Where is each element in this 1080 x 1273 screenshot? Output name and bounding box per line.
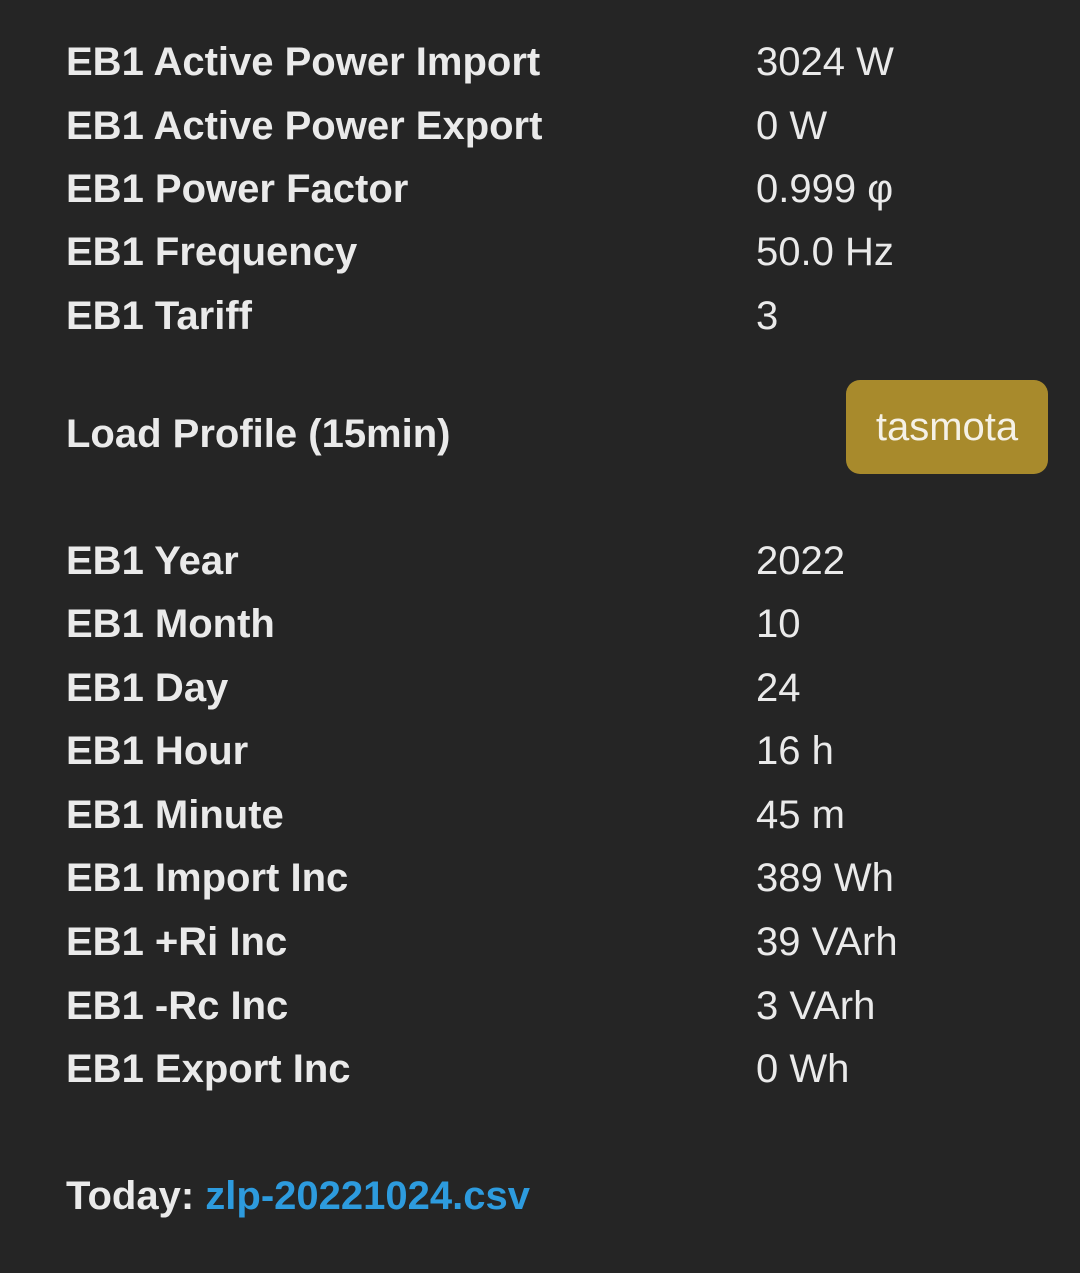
row-value: 16 h — [756, 729, 834, 773]
row-label: EB1 Minute — [66, 793, 284, 837]
row-label: EB1 Hour — [66, 729, 249, 773]
table-row: EB1 Active Power Import 3024 W — [66, 30, 1080, 94]
row-label: EB1 Month — [66, 602, 275, 646]
table-row: EB1 Day 24 — [66, 656, 1080, 720]
tasmota-button[interactable]: tasmota — [846, 380, 1048, 474]
table-row: EB1 Import Inc 389 Wh — [66, 846, 1080, 910]
row-label: EB1 Day — [66, 666, 229, 710]
row-value: 3 — [756, 294, 779, 338]
table-row: EB1 Tariff 3 — [66, 284, 1080, 348]
row-value: 2022 — [756, 539, 845, 583]
row-label: EB1 Active Power Export — [66, 104, 543, 148]
table-row: EB1 Hour 16 h — [66, 719, 1080, 783]
load-profile-title: Load Profile (15min) — [66, 412, 451, 456]
row-value: 24 — [756, 666, 801, 710]
row-label: EB1 Tariff — [66, 294, 252, 338]
table-row: EB1 +Ri Inc 39 VArh — [66, 910, 1080, 974]
row-label: EB1 Export Inc — [66, 1047, 351, 1091]
row-value: 3 VArh — [756, 984, 876, 1028]
table-row: EB1 Frequency 50.0 Hz — [66, 220, 1080, 284]
today-label: Today: — [66, 1174, 195, 1218]
table-row: EB1 Month 10 — [66, 592, 1080, 656]
table-row: EB1 Minute 45 m — [66, 783, 1080, 847]
row-value: 50.0 Hz — [756, 230, 894, 274]
row-value: 0 W — [756, 104, 828, 148]
row-label: EB1 +Ri Inc — [66, 920, 288, 964]
today-line: Today: zlp-20221024.csv — [66, 1164, 530, 1228]
row-value: 389 Wh — [756, 856, 894, 900]
row-value: 0.999 φ — [756, 167, 894, 211]
table-row: EB1 Active Power Export 0 W — [66, 94, 1080, 158]
table-row: EB1 -Rc Inc 3 VArh — [66, 974, 1080, 1038]
row-value: 39 VArh — [756, 920, 898, 964]
row-label: EB1 Active Power Import — [66, 40, 541, 84]
row-label: EB1 Year — [66, 539, 239, 583]
row-value: 45 m — [756, 793, 845, 837]
row-label: EB1 -Rc Inc — [66, 984, 289, 1028]
row-label: EB1 Frequency — [66, 230, 358, 274]
table-row: EB1 Year 2022 — [66, 529, 1080, 593]
table-row: EB1 Export Inc 0 Wh — [66, 1037, 1080, 1101]
row-label: EB1 Power Factor — [66, 167, 409, 211]
table-row: EB1 Power Factor 0.999 φ — [66, 157, 1080, 221]
row-value: 10 — [756, 602, 801, 646]
row-label: EB1 Import Inc — [66, 856, 349, 900]
row-value: 3024 W — [756, 40, 894, 84]
row-value: 0 Wh — [756, 1047, 850, 1091]
today-csv-link[interactable]: zlp-20221024.csv — [205, 1174, 530, 1218]
